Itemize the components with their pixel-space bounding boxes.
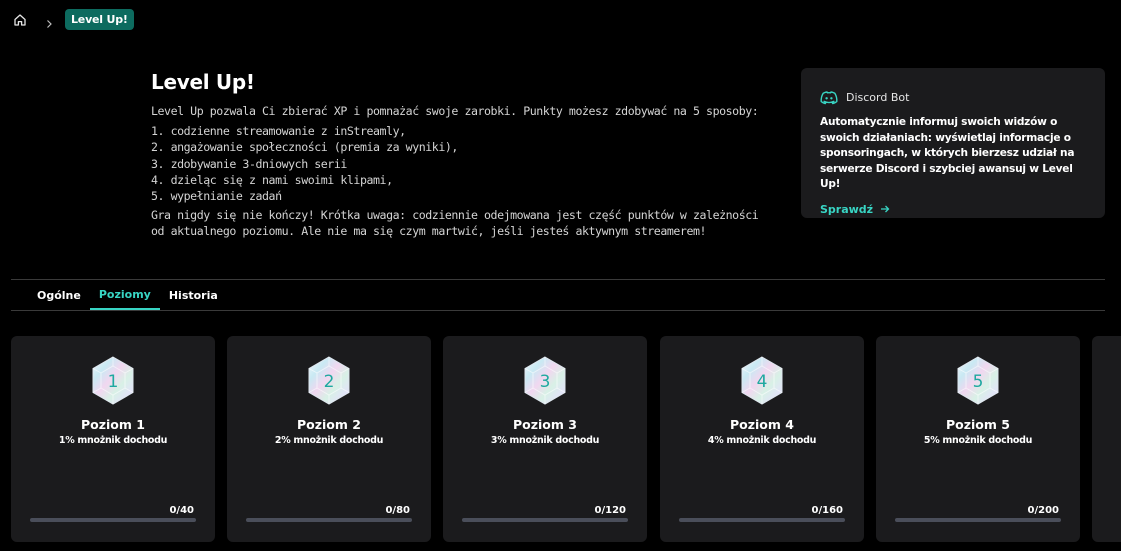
- discord-check-link[interactable]: Sprawdź: [820, 203, 1086, 216]
- level-progress-bar: [30, 518, 196, 522]
- home-icon[interactable]: [13, 12, 27, 26]
- level-title: Poziom 2: [297, 417, 361, 432]
- level-badge-number: 5: [973, 372, 984, 392]
- breadcrumb-current[interactable]: Level Up!: [65, 8, 134, 30]
- level-badge-number: 2: [324, 372, 335, 392]
- level-badge-icon: 2: [307, 356, 351, 405]
- level-title: Poziom 1: [81, 417, 145, 432]
- level-multiplier: 1% mnożnik dochodu: [58, 435, 168, 446]
- tab-levels[interactable]: Poziomy: [89, 280, 160, 310]
- level-card: 3 Poziom 3 3% mnożnik dochodu 0/120: [443, 336, 647, 542]
- ways-list: 1. codzienne streamowanie z inStreamly, …: [151, 123, 771, 204]
- level-progress-count: 0/120: [594, 505, 626, 516]
- level-progress-count: 0/40: [169, 505, 194, 516]
- level-progress-bar: [246, 518, 412, 522]
- level-multiplier: 2% mnożnik dochodu: [274, 435, 384, 446]
- levels-list: 1 Poziom 1 1% mnożnik dochodu 0/40 2 Poz…: [11, 336, 1121, 542]
- arrow-right-icon: [880, 204, 890, 214]
- level-title: Poziom 3: [513, 417, 577, 432]
- tab-general[interactable]: Ogólne: [27, 280, 90, 310]
- intro-lead: Level Up pozwala Ci zbierać XP i pomnaża…: [151, 104, 759, 118]
- level-badge-icon: 4: [740, 356, 784, 405]
- level-progress-count: 0/80: [385, 505, 410, 516]
- list-item: 1. codzienne streamowanie z inStreamly,: [151, 124, 406, 139]
- chevron-right-icon: [44, 14, 54, 28]
- discord-card-header: Discord Bot: [820, 90, 1086, 105]
- level-badge-number: 4: [757, 372, 768, 392]
- intro-section: Level Up! Level Up pozwala Ci zbierać XP…: [151, 70, 771, 240]
- list-item: 4. dzieląc się z nami swoimi klipami,: [151, 172, 393, 187]
- breadcrumb: Level Up!: [13, 8, 134, 30]
- level-card: 1 Poziom 1 1% mnożnik dochodu 0/40: [11, 336, 215, 542]
- level-card: 4 Poziom 4 4% mnożnik dochodu 0/160: [660, 336, 864, 542]
- discord-card-description: Automatycznie informuj swoich widzów o s…: [820, 116, 1075, 190]
- level-badge-number: 1: [108, 372, 119, 392]
- discord-card-title: Discord Bot: [846, 90, 910, 104]
- tab-history[interactable]: Historia: [160, 280, 227, 310]
- level-multiplier: 3% mnożnik dochodu: [490, 435, 600, 446]
- list-item: 2. angażowanie społeczności (premia za w…: [151, 140, 458, 155]
- tab-bar: Ogólne Poziomy Historia: [11, 280, 1105, 311]
- level-multiplier: 4% mnożnik dochodu: [707, 435, 817, 446]
- level-title: Poziom 4: [730, 417, 794, 432]
- level-badge-icon: 5: [956, 356, 1000, 405]
- level-progress-count: 0/160: [811, 505, 843, 516]
- discord-icon: [820, 90, 838, 105]
- level-badge-icon: 1: [91, 356, 135, 405]
- level-badge-icon: 3: [523, 356, 567, 405]
- level-title: Poziom 5: [946, 417, 1010, 432]
- level-card-partial: [1092, 336, 1121, 542]
- level-progress-bar: [462, 518, 628, 522]
- level-multiplier: 5% mnożnik dochodu: [923, 435, 1033, 446]
- discord-check-label: Sprawdź: [820, 202, 874, 216]
- intro-note: Gra nigdy się nie kończy! Krótka uwaga: …: [151, 208, 759, 239]
- level-progress-count: 0/200: [1027, 505, 1059, 516]
- level-progress-bar: [679, 518, 845, 522]
- discord-bot-card: Discord Bot Automatycznie informuj swoic…: [801, 68, 1105, 218]
- level-progress-bar: [895, 518, 1061, 522]
- list-item: 5. wypełnianie zadań: [151, 189, 282, 204]
- page-title: Level Up!: [151, 70, 255, 94]
- level-badge-number: 3: [540, 372, 551, 392]
- level-card: 2 Poziom 2 2% mnożnik dochodu 0/80: [227, 336, 431, 542]
- list-item: 3. zdobywanie 3-dniowych serii: [151, 156, 347, 171]
- level-card: 5 Poziom 5 5% mnożnik dochodu 0/200: [876, 336, 1080, 542]
